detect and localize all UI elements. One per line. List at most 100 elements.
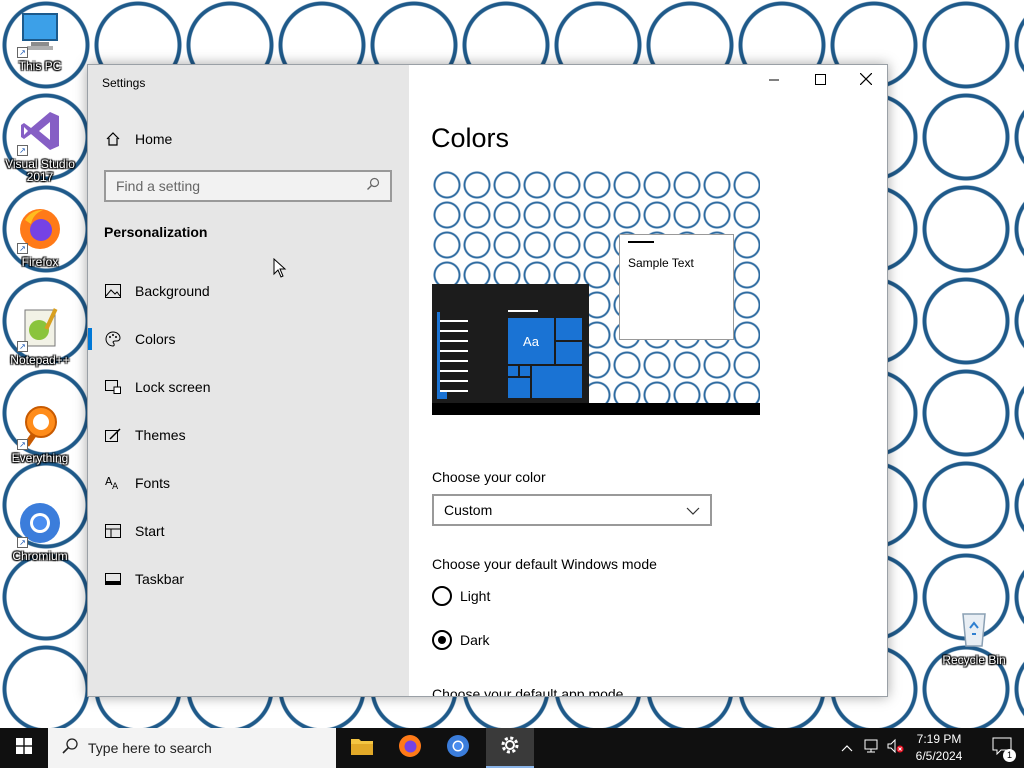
file-explorer-icon	[350, 736, 374, 761]
preview-sample-text: Sample Text	[628, 256, 694, 270]
desktop-icon-recycle-bin[interactable]: Recycle Bin	[936, 604, 1012, 667]
sidebar-item-label: Fonts	[135, 475, 171, 491]
windows-mode-label: Choose your default Windows mode	[432, 556, 657, 572]
svg-text:A: A	[112, 482, 119, 491]
sidebar-item-label: Lock screen	[135, 379, 211, 395]
sidebar-item-label: Themes	[135, 427, 186, 443]
taskbar-icon	[105, 571, 121, 587]
preview-start-menu: Aa	[432, 284, 589, 403]
settings-window: Settings Home Find a setting Personaliza…	[87, 64, 888, 697]
settings-content: Colors Sample Text Aa Choose your color	[409, 65, 887, 697]
sidebar-item-label: Start	[135, 523, 165, 539]
desktop-icon-visual-studio[interactable]: ↗ Visual Studio 2017	[2, 108, 78, 184]
desktop-icon-label: Notepad++	[10, 353, 70, 367]
chevron-down-icon	[686, 502, 700, 518]
maximize-icon	[814, 72, 826, 90]
palette-icon	[105, 331, 121, 347]
taskbar-app-firefox[interactable]	[386, 728, 434, 768]
radio-label: Dark	[460, 632, 490, 648]
firefox-icon: ↗	[17, 206, 63, 254]
network-icon	[862, 738, 880, 759]
desktop-icon-label: Recycle Bin	[942, 653, 1006, 667]
maximize-button[interactable]	[797, 65, 843, 97]
minimize-icon	[769, 72, 779, 90]
font-icon: AA	[105, 475, 121, 491]
choose-color-dropdown[interactable]: Custom	[432, 494, 712, 526]
taskbar-clock[interactable]: 7:19 PM 6/5/2024	[900, 728, 978, 768]
clock-time: 7:19 PM	[916, 732, 962, 746]
sidebar-item-taskbar[interactable]: Taskbar	[88, 559, 409, 599]
chevron-up-icon	[841, 739, 853, 757]
clock-date: 6/5/2024	[915, 749, 963, 763]
preview-window: Sample Text	[619, 234, 734, 340]
notification-count-badge: 1	[1003, 748, 1016, 762]
desktop-icon-label: Visual Studio 2017	[5, 157, 75, 184]
sidebar-item-lock-screen[interactable]: Lock screen	[88, 367, 409, 407]
sidebar-item-label: Background	[135, 283, 210, 299]
notepadpp-icon: ↗	[17, 304, 63, 352]
home-icon	[105, 131, 121, 147]
show-hidden-icons-button[interactable]	[838, 728, 856, 768]
search-icon	[62, 737, 78, 759]
sidebar-item-background[interactable]: Background	[88, 271, 409, 311]
start-layout-icon	[105, 523, 121, 539]
taskbar-app-chromium[interactable]	[434, 728, 482, 768]
brush-icon	[105, 427, 121, 443]
settings-icon	[499, 734, 521, 761]
taskbar: Type here to search 7:19 PM 6/5/2024 1	[0, 728, 1024, 768]
start-button[interactable]	[0, 728, 48, 768]
desktop-icon-notepadpp[interactable]: ↗ Notepad++	[2, 304, 78, 367]
sidebar-item-label: Home	[135, 131, 173, 147]
chromium-icon: ↗	[17, 500, 63, 548]
page-title: Colors	[431, 123, 510, 153]
desktop-icon-label: Firefox	[21, 255, 59, 269]
taskbar-app-settings[interactable]	[486, 728, 534, 768]
dropdown-value: Custom	[444, 502, 493, 518]
taskbar-search-box[interactable]: Type here to search	[48, 728, 336, 768]
close-button[interactable]	[843, 65, 887, 97]
preview-tile: Aa	[508, 318, 554, 364]
network-button[interactable]	[860, 728, 882, 768]
section-heading: Personalization	[104, 224, 208, 240]
radio-button[interactable]	[432, 586, 452, 606]
lock-screen-icon	[105, 379, 121, 395]
find-setting-input[interactable]: Find a setting	[104, 170, 392, 202]
visual-studio-icon: ↗	[17, 108, 63, 156]
theme-preview: Sample Text Aa	[432, 170, 760, 415]
radio-button[interactable]	[432, 630, 452, 650]
desktop-icon-everything[interactable]: ↗ Everything	[2, 402, 78, 465]
radio-light[interactable]: Light	[432, 586, 490, 606]
desktop-icon-label: Everything	[11, 451, 69, 465]
sidebar-item-colors[interactable]: Colors	[88, 319, 409, 359]
sidebar-item-themes[interactable]: Themes	[88, 415, 409, 455]
search-placeholder: Find a setting	[116, 178, 201, 194]
picture-icon	[105, 283, 121, 299]
desktop-icon-chromium[interactable]: ↗ Chromium	[2, 500, 78, 563]
sidebar-item-home[interactable]: Home	[88, 119, 409, 159]
action-center-button[interactable]: 1	[980, 728, 1024, 768]
desktop-icon-label: Chromium	[12, 549, 68, 563]
firefox-icon	[398, 734, 422, 763]
choose-color-label: Choose your color	[432, 469, 546, 485]
sidebar-item-label: Colors	[135, 331, 176, 347]
sidebar-item-fonts[interactable]: AA Fonts	[88, 463, 409, 503]
taskbar-app-file-explorer[interactable]	[338, 728, 386, 768]
recycle-bin-icon	[951, 604, 997, 650]
desktop-icon-this-pc[interactable]: ↗ This PC	[2, 10, 78, 73]
search-icon	[366, 177, 380, 196]
app-mode-label: Choose your default app mode	[432, 686, 624, 697]
sidebar-item-label: Taskbar	[135, 571, 185, 587]
radio-dark[interactable]: Dark	[432, 630, 490, 650]
desktop-icon-firefox[interactable]: ↗ Firefox	[2, 206, 78, 269]
window-title: Settings	[102, 76, 146, 90]
sidebar-item-start[interactable]: Start	[88, 511, 409, 551]
chromium-icon	[446, 734, 470, 763]
close-icon	[859, 72, 873, 90]
preview-taskbar	[432, 403, 760, 415]
minimize-button[interactable]	[751, 65, 797, 97]
settings-sidebar: Settings Home Find a setting Personaliza…	[88, 65, 409, 696]
desktop-icon-label: This PC	[18, 59, 62, 73]
monitor-icon: ↗	[17, 10, 63, 58]
everything-icon: ↗	[17, 402, 63, 450]
windows-logo-icon	[16, 737, 32, 759]
